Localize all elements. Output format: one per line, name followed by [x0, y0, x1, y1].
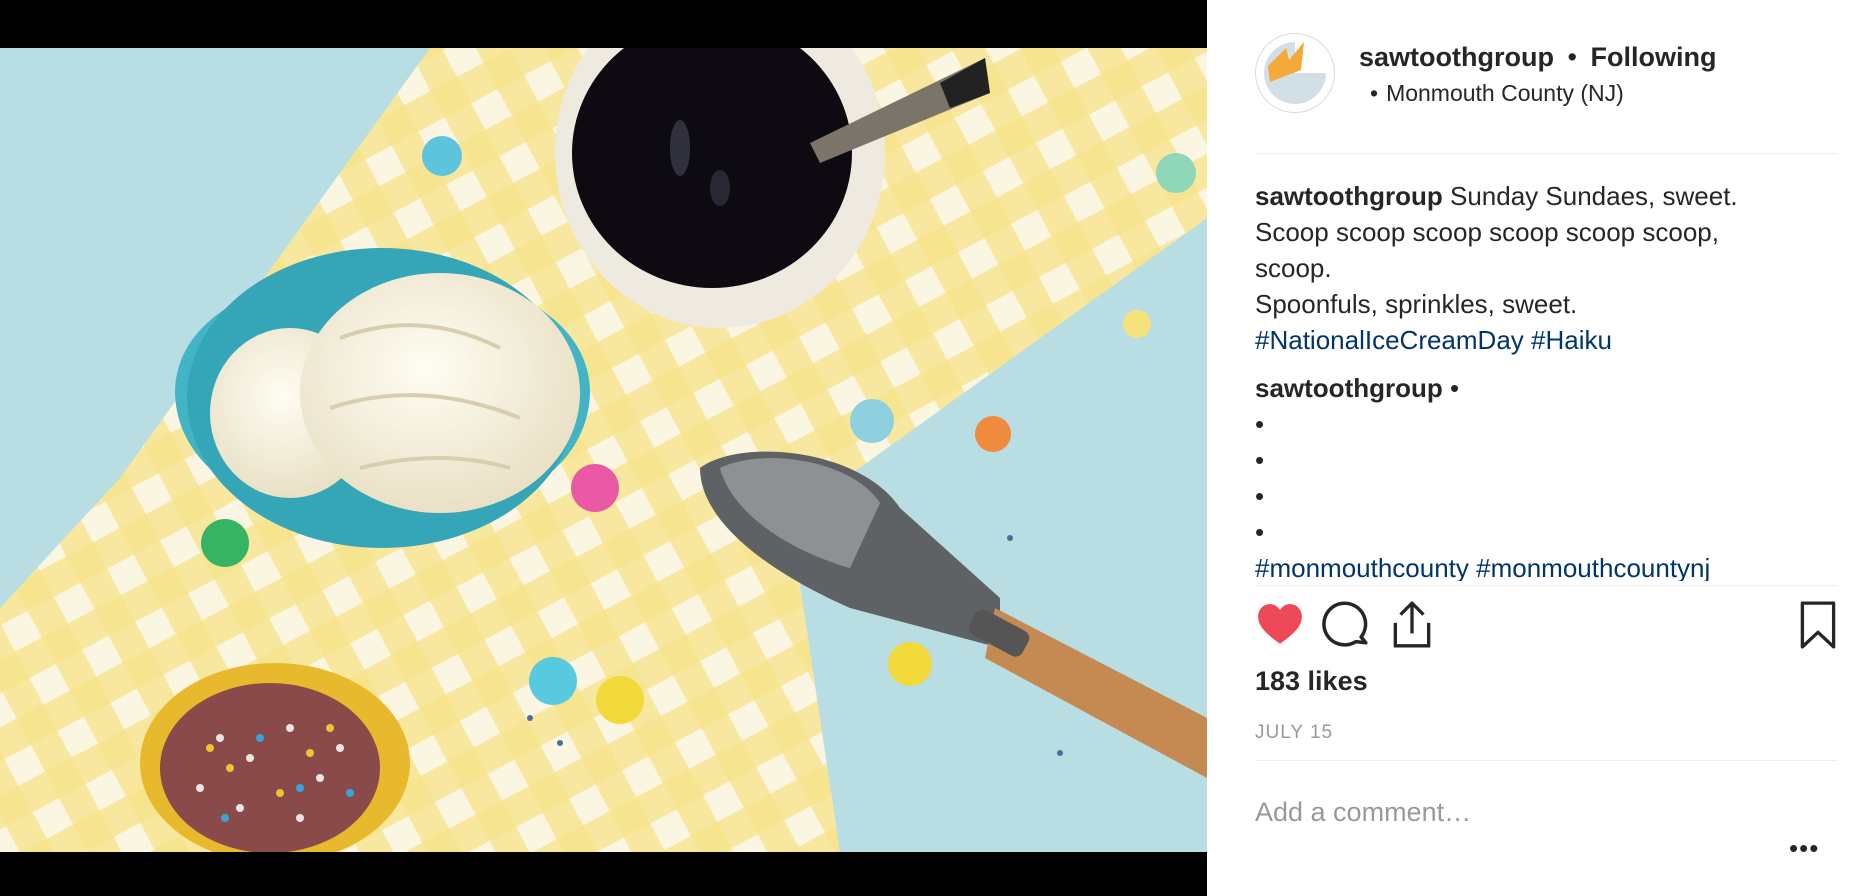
comment-bullet-line: • — [1255, 517, 1265, 547]
heart-filled-icon[interactable] — [1255, 600, 1307, 652]
caption-line: scoop. — [1255, 253, 1332, 283]
header-divider — [1255, 153, 1838, 154]
comment-bullet: • — [1450, 373, 1460, 403]
sawtooth-logo-icon — [1264, 42, 1326, 104]
hashtag-link[interactable]: #Haiku — [1531, 325, 1612, 355]
comment-username[interactable]: sawtoothgroup — [1255, 373, 1443, 403]
action-bar — [1255, 600, 1845, 656]
caption-line: Scoop scoop scoop scoop scoop scoop, — [1255, 217, 1719, 247]
post-author-line: sawtoothgroup • Following — [1359, 42, 1716, 73]
hashtag-link[interactable]: #monmouthcounty — [1255, 553, 1469, 581]
hashtag-link[interactable]: #monmouthcountynj — [1476, 553, 1710, 581]
instagram-post: sawtoothgroup • Following • Monmouth Coun… — [0, 0, 1870, 896]
bookmark-icon[interactable] — [1793, 600, 1845, 652]
add-comment-input[interactable] — [1255, 790, 1735, 834]
comments-divider — [1255, 585, 1838, 586]
location-bullet: • — [1370, 80, 1379, 106]
caption-line: Sunday Sundaes, sweet. — [1450, 181, 1738, 211]
post-sidebar: sawtoothgroup • Following • Monmouth Coun… — [1207, 0, 1870, 896]
comment-bullet-line: • — [1255, 481, 1265, 511]
caption-username[interactable]: sawtoothgroup — [1255, 181, 1443, 211]
post-location: • Monmouth County (NJ) — [1370, 80, 1624, 107]
post-date: JULY 15 — [1255, 722, 1334, 743]
comment-bullet-line: • — [1255, 445, 1265, 475]
location-link[interactable]: Monmouth County (NJ) — [1386, 80, 1624, 106]
comments-section[interactable]: sawtoothgroup Sunday Sundaes, sweet. Sco… — [1255, 178, 1845, 581]
share-upload-icon[interactable] — [1387, 600, 1439, 652]
following-button[interactable]: Following — [1590, 42, 1716, 72]
post-photo[interactable] — [0, 48, 1207, 852]
comment-item: sawtoothgroup • • • • • #monmouthcounty … — [1255, 370, 1845, 581]
likes-count[interactable]: 183 likes — [1255, 666, 1368, 697]
avatar[interactable] — [1255, 33, 1335, 113]
comment-bullet-line: • — [1255, 409, 1265, 439]
hashtag-link[interactable]: #NationalIceCreamDay — [1255, 325, 1524, 355]
post-media — [0, 0, 1207, 896]
caption: sawtoothgroup Sunday Sundaes, sweet. Sco… — [1255, 178, 1845, 358]
more-options-icon[interactable]: ••• — [1789, 835, 1829, 861]
author-username[interactable]: sawtoothgroup — [1359, 42, 1554, 72]
comment-divider — [1255, 760, 1838, 761]
caption-line: Spoonfuls, sprinkles, sweet. — [1255, 289, 1578, 319]
separator-dot: • — [1567, 42, 1577, 72]
post-header: sawtoothgroup • Following • Monmouth Coun… — [1207, 0, 1870, 150]
comment-bubble-icon[interactable] — [1321, 600, 1373, 652]
